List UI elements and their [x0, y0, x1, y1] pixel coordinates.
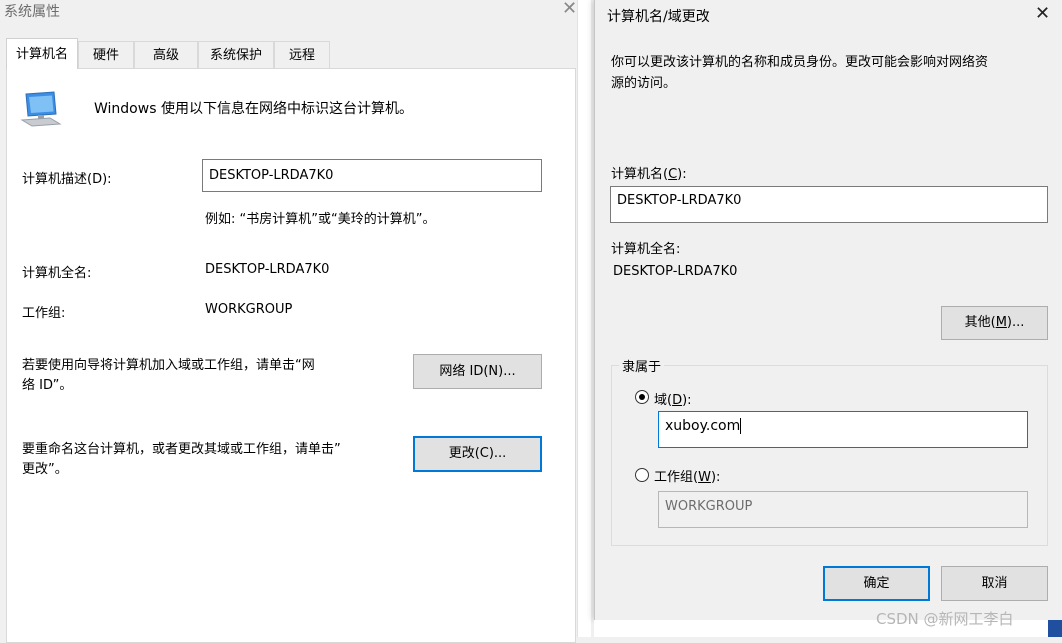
change-button[interactable]: 更改(C)... [413, 436, 542, 472]
network-id-text: 若要使用向导将计算机加入域或工作组，请单击“网 络 ID”。 [22, 356, 315, 396]
more-button[interactable]: 其他(M)... [941, 306, 1048, 340]
tab-remote[interactable]: 远程 [274, 41, 330, 68]
tab-hardware[interactable]: 硬件 [78, 41, 134, 68]
intro-text: Windows 使用以下信息在网络中标识这台计算机。 [94, 101, 413, 117]
dialog-description-line: 你可以更改该计算机的名称和成员身份。更改可能会影响对网络资 [611, 55, 989, 70]
workgroup-radio-label-end: ): [710, 470, 721, 485]
member-of-label: 隶属于 [619, 356, 665, 375]
full-name-value: DESKTOP-LRDA7K0 [205, 262, 330, 277]
workgroup-radio-accel: W [698, 470, 711, 485]
workgroup-value: WORKGROUP [205, 302, 293, 317]
more-button-label: 其他( [964, 315, 996, 330]
domain-input[interactable]: xuboy.com [658, 411, 1028, 448]
background-blue-edge [1048, 620, 1062, 637]
network-id-button[interactable]: 网络 ID(N)... [413, 354, 542, 389]
dialog-title: 计算机名/域更改 [607, 9, 710, 25]
rename-text-line: 要重命名这台计算机，或者更改其域或工作组，请单击” [22, 442, 341, 457]
workgroup-radio-label-text: 工作组( [654, 470, 699, 485]
more-button-label-end: )... [1006, 315, 1025, 330]
description-label: 计算机描述(D): [22, 172, 112, 187]
description-example: 例如: “书房计算机”或“美玲的计算机”。 [205, 212, 436, 227]
full-name-label: 计算机全名: [611, 242, 681, 257]
system-properties-window: 系统属性 ✕ 计算机名 硬件 高级 系统保护 远程 Windows 使用以下信息… [0, 0, 591, 643]
rename-text: 要重命名这台计算机，或者更改其域或工作组，请单击” 更改”。 [22, 440, 341, 480]
network-id-text-line: 络 ID”。 [22, 378, 73, 393]
domain-radio-label-text: 域( [654, 393, 673, 408]
computer-icon [20, 91, 62, 127]
workgroup-radio[interactable] [635, 468, 649, 482]
text-cursor [740, 418, 742, 434]
tab-computer-name[interactable]: 计算机名 [6, 38, 78, 69]
tab-advanced[interactable]: 高级 [134, 41, 198, 68]
computer-name-accel: C [668, 167, 678, 182]
tab-system-protection[interactable]: 系统保护 [198, 41, 274, 68]
computer-name-input[interactable]: DESKTOP-LRDA7K0 [610, 186, 1048, 223]
rename-text-line: 更改”。 [22, 462, 68, 477]
full-name-value: DESKTOP-LRDA7K0 [613, 264, 738, 279]
computer-name-label: 计算机名(C): [611, 163, 687, 182]
cancel-button[interactable]: 取消 [941, 566, 1048, 601]
watermark: CSDN @新网工李白 [876, 610, 1014, 628]
full-name-label: 计算机全名: [22, 266, 92, 281]
network-id-text-line: 若要使用向导将计算机加入域或工作组，请单击“网 [22, 358, 315, 373]
dialog-description: 你可以更改该计算机的名称和成员身份。更改可能会影响对网络资 源的访问。 [611, 52, 988, 94]
domain-input-value: xuboy.com [665, 418, 741, 434]
computer-name-label-text: 计算机名( [611, 167, 669, 182]
domain-radio-label-end: ): [682, 393, 692, 408]
workgroup-radio-label: 工作组(W): [654, 466, 720, 485]
background-window-edge [577, 0, 591, 637]
workgroup-input[interactable]: WORKGROUP [658, 491, 1028, 528]
domain-radio-accel: D [672, 393, 683, 408]
description-input[interactable]: DESKTOP-LRDA7K0 [202, 159, 542, 192]
close-icon[interactable]: ✕ [562, 0, 577, 18]
computer-name-domain-dialog: 计算机名/域更改 ✕ 你可以更改该计算机的名称和成员身份。更改可能会影响对网络资… [594, 0, 1062, 620]
close-icon[interactable]: ✕ [1035, 5, 1050, 23]
domain-radio-label: 域(D): [654, 389, 692, 408]
dialog-description-line: 源的访问。 [611, 76, 677, 91]
ok-button[interactable]: 确定 [823, 566, 930, 601]
window-title: 系统属性 [4, 4, 60, 20]
domain-radio[interactable] [635, 390, 649, 404]
computer-name-label-end: ): [677, 167, 687, 182]
more-button-accel: M [995, 315, 1007, 330]
workgroup-label: 工作组: [22, 306, 66, 321]
